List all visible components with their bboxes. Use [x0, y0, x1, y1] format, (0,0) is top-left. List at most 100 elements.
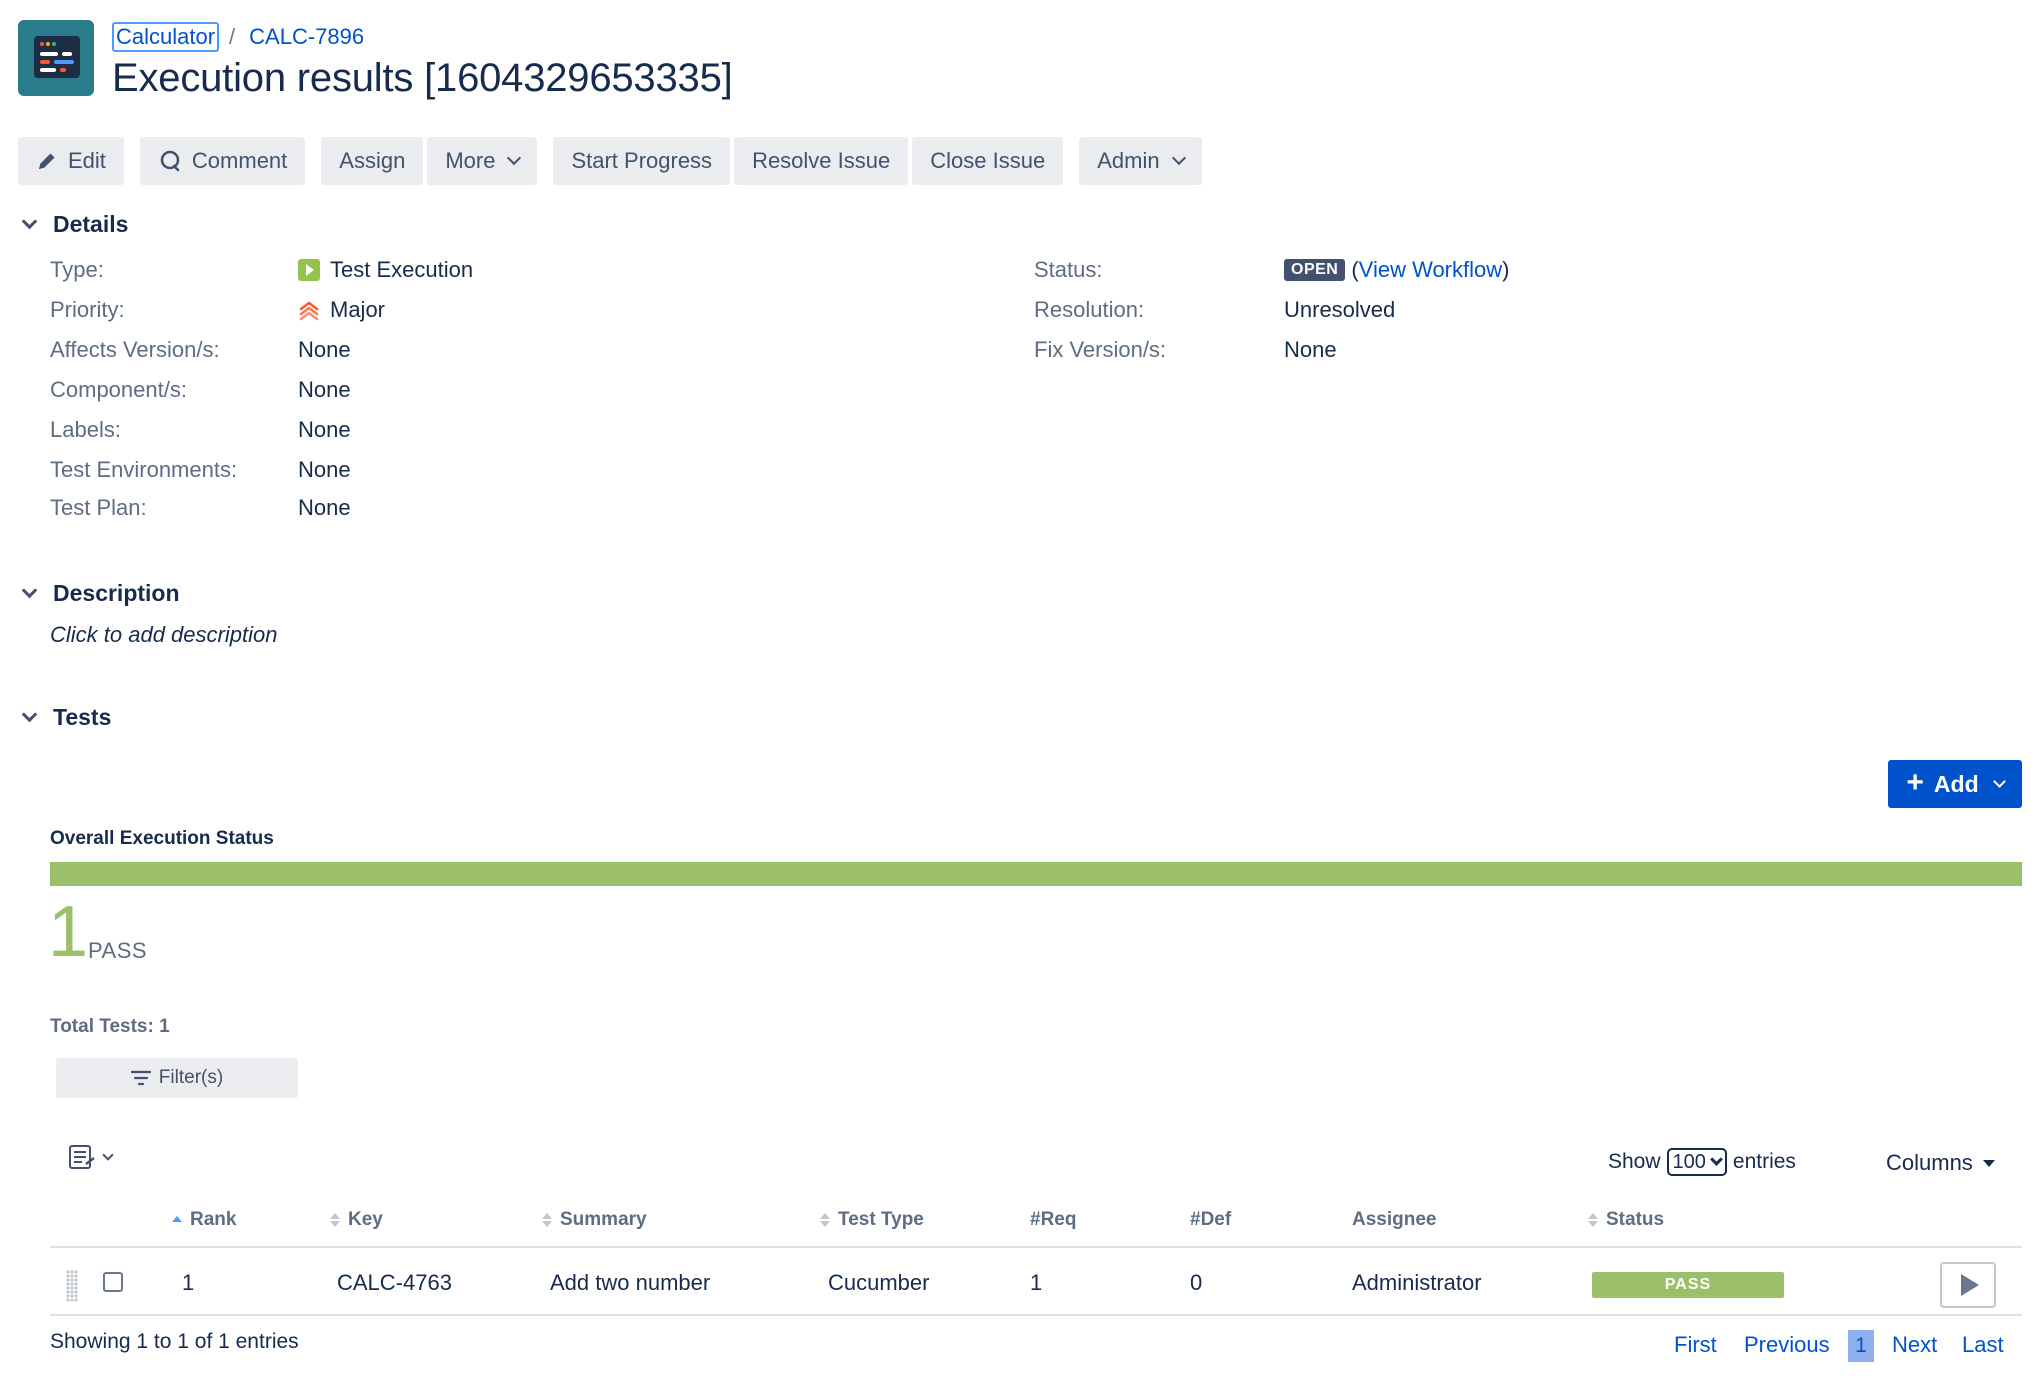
- test-execution-icon: [298, 259, 320, 281]
- affects-versions-label: Affects Version/s:: [50, 337, 220, 362]
- column-header-summary[interactable]: Summary: [542, 1206, 647, 1234]
- pager-next[interactable]: Next: [1892, 1332, 1937, 1358]
- resolve-issue-label: Resolve Issue: [752, 148, 891, 173]
- priority-label: Priority:: [50, 297, 125, 322]
- admin-button-label: Admin: [1097, 148, 1160, 173]
- breadcrumb-project-link[interactable]: Calculator: [112, 22, 220, 52]
- plus-icon: +: [1906, 765, 1924, 799]
- chevron-down-icon: [21, 706, 38, 722]
- overall-execution-status-label: Overall Execution Status: [50, 828, 274, 849]
- affects-versions-value: None: [298, 337, 351, 362]
- list-view-icon: [68, 1144, 96, 1170]
- column-header-status[interactable]: Status: [1588, 1206, 1664, 1234]
- pager-first[interactable]: First: [1674, 1332, 1717, 1358]
- pager-current-page[interactable]: 1: [1848, 1330, 1874, 1362]
- fix-versions-label: Fix Version/s:: [1034, 337, 1167, 362]
- sort-icon: [820, 1213, 830, 1227]
- edit-button[interactable]: Edit: [18, 137, 124, 185]
- components-label: Component/s:: [50, 377, 187, 402]
- row-req-link[interactable]: 1: [1030, 1268, 1042, 1298]
- columns-button[interactable]: Columns: [1886, 1150, 1995, 1176]
- add-button-label: Add: [1933, 770, 1979, 797]
- type-value-text: Test Execution: [330, 257, 474, 282]
- execute-test-button[interactable]: [1940, 1262, 1996, 1308]
- test-environments-value: None: [298, 457, 351, 482]
- show-entries-control: Show 100 entries: [1608, 1148, 1796, 1176]
- row-drag-handle[interactable]: [66, 1270, 78, 1302]
- filters-button-label: Filter(s): [158, 1067, 224, 1088]
- view-workflow-link[interactable]: View Workflow: [1359, 257, 1502, 283]
- pencil-icon: [36, 150, 58, 172]
- show-label: Show: [1608, 1150, 1661, 1173]
- row-assignee-link[interactable]: Administrator: [1352, 1268, 1482, 1298]
- project-avatar[interactable]: [18, 20, 94, 96]
- pass-count-label: PASS: [88, 938, 148, 963]
- description-placeholder[interactable]: Click to add description: [50, 622, 277, 648]
- row-select-checkbox[interactable]: [103, 1272, 123, 1292]
- page-title: Execution results [1604329653335]: [112, 56, 733, 100]
- details-heading: Details: [53, 210, 129, 237]
- type-label: Type:: [50, 257, 104, 282]
- labels-label: Labels:: [50, 417, 121, 442]
- sort-icon: [330, 1213, 340, 1227]
- tests-section-toggle[interactable]: Tests: [18, 702, 111, 732]
- add-tests-button[interactable]: + Add: [1888, 760, 2022, 808]
- row-test-type: Cucumber: [828, 1270, 930, 1295]
- column-header-rank[interactable]: Rank: [172, 1206, 236, 1234]
- execution-progress-pass-fill: [50, 862, 2022, 886]
- more-button[interactable]: More: [427, 137, 538, 185]
- priority-value-text: Major: [330, 297, 386, 322]
- status-badge: OPEN: [1284, 259, 1346, 281]
- filters-button[interactable]: Filter(s): [56, 1058, 298, 1098]
- test-plan-value: None: [298, 495, 351, 520]
- chevron-down-icon: [1171, 150, 1186, 166]
- table-header-divider: [50, 1246, 2022, 1248]
- sort-icon: [542, 1213, 552, 1227]
- pager-last[interactable]: Last: [1962, 1332, 2004, 1358]
- resolve-issue-button[interactable]: Resolve Issue: [734, 137, 909, 185]
- row-def: 0: [1190, 1270, 1203, 1295]
- column-header-key[interactable]: Key: [330, 1206, 383, 1234]
- comment-icon: [158, 149, 182, 173]
- admin-button[interactable]: Admin: [1079, 137, 1202, 185]
- column-header-summary-label: Summary: [560, 1209, 647, 1230]
- fix-versions-value: None: [1284, 337, 1337, 362]
- status-value: OPEN ( View Workflow ): [1284, 257, 1509, 283]
- row-summary-link[interactable]: Add two number: [550, 1268, 710, 1298]
- close-issue-button[interactable]: Close Issue: [912, 137, 1064, 185]
- table-row-divider: [50, 1314, 2022, 1316]
- description-heading: Description: [53, 579, 180, 606]
- details-section-toggle[interactable]: Details: [18, 209, 128, 239]
- column-header-status-label: Status: [1606, 1209, 1665, 1230]
- labels-value: None: [298, 417, 351, 442]
- column-layout-toggle[interactable]: [68, 1144, 114, 1170]
- more-button-label: More: [445, 148, 496, 173]
- workflow-open-paren: (: [1351, 257, 1359, 282]
- workflow-close-paren: ): [1502, 257, 1510, 282]
- description-section-toggle[interactable]: Description: [18, 578, 180, 608]
- calculator-project-icon: [34, 36, 80, 78]
- column-header-test-type[interactable]: Test Type: [820, 1206, 924, 1234]
- status-label: Status:: [1034, 257, 1103, 282]
- issue-toolbar: Edit Comment Assign More Start Progress …: [18, 137, 1202, 185]
- breadcrumb-issue-link[interactable]: CALC-7896: [249, 24, 364, 50]
- assign-button-label: Assign: [339, 148, 406, 173]
- caret-down-icon: [1982, 1159, 1995, 1167]
- chevron-down-icon: [21, 582, 38, 598]
- row-rank: 1: [182, 1270, 195, 1295]
- tests-heading: Tests: [53, 703, 112, 730]
- components-value: None: [298, 377, 351, 402]
- resolution-value: Unresolved: [1284, 297, 1396, 322]
- pager-previous[interactable]: Previous: [1744, 1332, 1830, 1358]
- column-header-key-label: Key: [348, 1209, 383, 1230]
- comment-button[interactable]: Comment: [139, 137, 306, 185]
- test-environments-label: Test Environments:: [50, 457, 238, 482]
- breadcrumb: Calculator / CALC-7896: [112, 22, 364, 52]
- row-status-badge: PASS: [1592, 1272, 1784, 1298]
- start-progress-button[interactable]: Start Progress: [553, 137, 731, 185]
- assign-button[interactable]: Assign: [321, 137, 424, 185]
- row-key-link[interactable]: CALC-4763: [337, 1268, 452, 1298]
- resolution-label: Resolution:: [1034, 297, 1145, 322]
- entries-per-page-select[interactable]: 100: [1666, 1148, 1727, 1176]
- entries-label: entries: [1732, 1150, 1796, 1173]
